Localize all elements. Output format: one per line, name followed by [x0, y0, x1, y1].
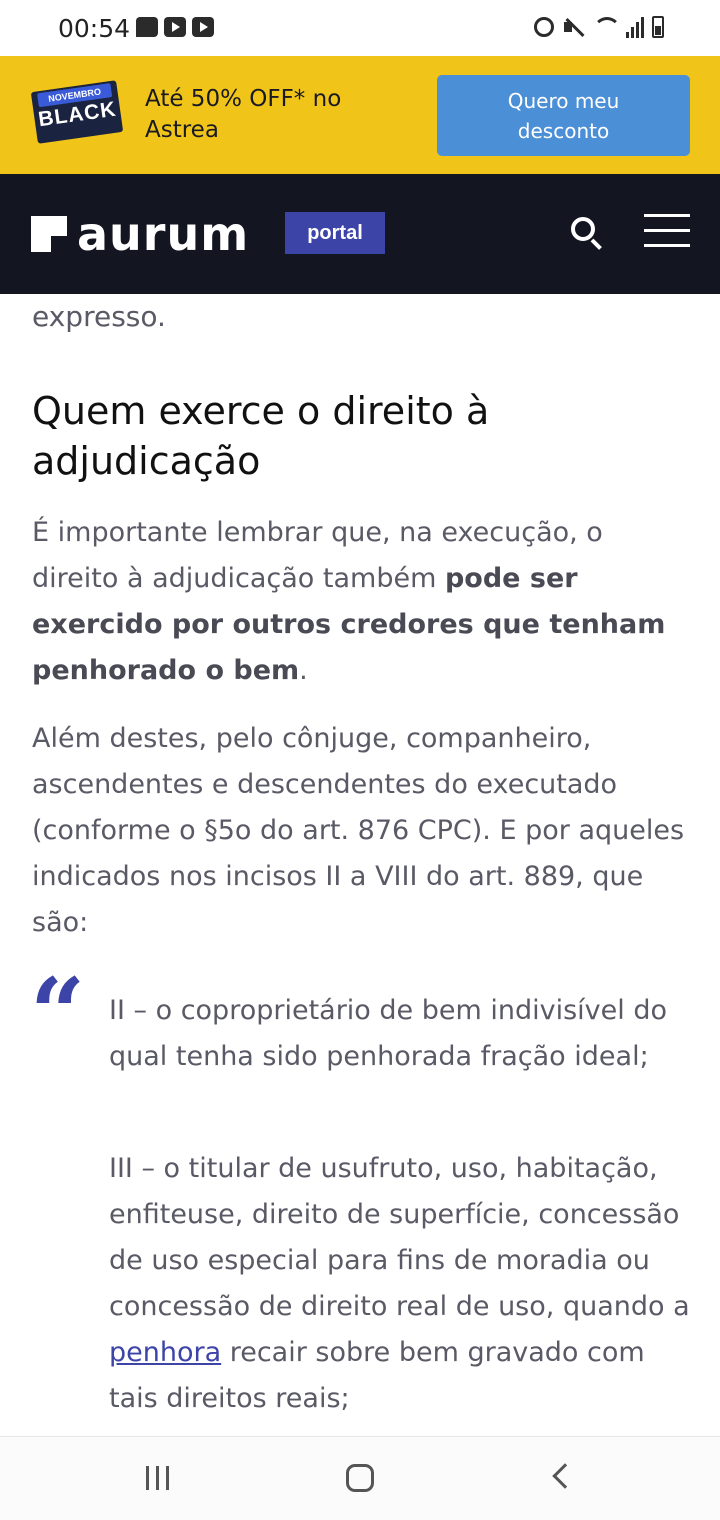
recent-apps-icon[interactable]: [146, 1466, 169, 1490]
back-icon[interactable]: [552, 1463, 578, 1489]
promo-banner: NOVEMBRO BLACK Até 50% OFF* no Astrea Qu…: [0, 56, 720, 174]
paragraph-fragment: expresso.: [32, 300, 166, 333]
search-button[interactable]: [568, 214, 604, 250]
alarm-icon: [534, 17, 554, 37]
menu-button[interactable]: [644, 214, 690, 248]
system-icons: [534, 16, 664, 38]
promo-text: Até 50% OFF* no Astrea: [145, 86, 342, 143]
wifi-icon: [592, 16, 621, 38]
home-icon[interactable]: [346, 1464, 374, 1492]
youtube-icon: [164, 17, 186, 37]
paragraph-1: É importante lembrar que, na execução, o…: [32, 517, 666, 686]
logo-text: aurum: [77, 207, 250, 261]
battery-icon: [652, 16, 664, 38]
promo-discount-button[interactable]: Quero meu desconto: [437, 75, 690, 156]
paragraph-2: Além destes, pelo cônjuge, companheiro, …: [32, 723, 685, 938]
search-icon: [571, 217, 595, 241]
section-heading: Quem exerce o direito à adjudicação: [32, 389, 490, 483]
quote-icon: “: [30, 957, 86, 1070]
aurum-logo[interactable]: aurum: [31, 207, 250, 261]
penhora-link[interactable]: penhora: [109, 1337, 221, 1368]
status-bar: 00:54: [0, 0, 720, 56]
quote-item-1: II – o coproprietário de bem indivisível…: [109, 995, 668, 1072]
quote-item-2: III – o titular de usufruto, uso, habita…: [109, 1153, 690, 1414]
youtube-icon: [192, 17, 214, 37]
article-body: expresso. Quem exerce o direito à adjudi…: [0, 294, 720, 1436]
message-icon: [136, 17, 158, 37]
portal-tag[interactable]: portal: [285, 212, 385, 254]
black-november-badge: NOVEMBRO BLACK: [30, 80, 124, 144]
signal-icon: [626, 16, 644, 38]
logo-mark-icon: [31, 216, 67, 252]
site-header: aurum portal: [0, 174, 720, 294]
system-nav-bar: [0, 1436, 720, 1520]
hamburger-icon: [644, 214, 690, 217]
notification-icons: [136, 17, 214, 37]
mute-icon: [562, 16, 584, 38]
status-time: 00:54: [58, 14, 131, 43]
